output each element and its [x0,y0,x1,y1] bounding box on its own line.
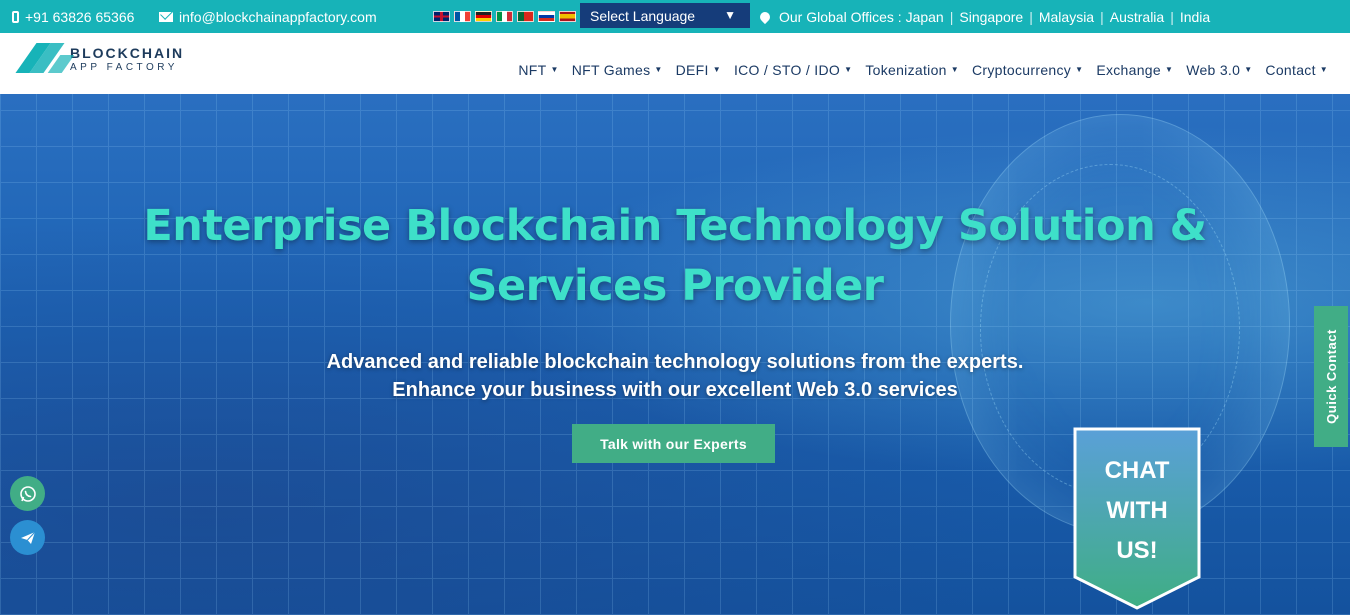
logo-line1: BLOCKCHAIN [70,44,185,61]
nav-item-label: NFT [518,61,547,78]
fr-flag-icon[interactable] [454,11,471,22]
logo[interactable]: BLOCKCHAIN APP FACTORY [12,39,184,79]
nav-item-contact[interactable]: Contact ▼ [1265,62,1328,78]
envelope-icon [159,11,173,22]
chat-with-us-badge[interactable]: CHAT WITH US! [1073,427,1201,610]
separator: | [1170,8,1174,25]
whatsapp-button[interactable] [10,476,45,511]
quick-contact-tab[interactable]: Quick Contact [1314,306,1348,447]
language-select[interactable]: Select Language ▼ [580,3,750,28]
email-address[interactable]: info@blockchainappfactory.com [179,9,377,25]
caret-down-icon: ▼ [712,65,721,74]
es-flag-icon[interactable] [559,11,576,22]
caret-down-icon: ▼ [844,65,853,74]
telegram-button[interactable] [10,520,45,555]
hero-subtitle-line1: Advanced and reliable blockchain technol… [326,351,1024,373]
telegram-icon [20,531,35,544]
chevron-down-icon: ▼ [724,8,736,22]
it-flag-icon[interactable] [496,11,513,22]
map-pin-icon [757,9,773,24]
caret-down-icon: ▼ [1164,65,1174,74]
office-japan[interactable]: Japan [906,9,944,25]
nav-item-defi[interactable]: DEFI ▼ [676,62,721,78]
caret-down-icon: ▼ [950,65,959,74]
nav-item-label: Tokenization [865,61,947,78]
nav-menu: NFT ▼ NFT Games ▼ DEFI ▼ ICO / STO / IDO ▼ T… [518,33,1328,94]
chat-line1: CHAT [1104,457,1170,484]
quick-contact-label: Quick Contact [1323,329,1339,424]
offices-label: Our Global Offices : [779,8,902,25]
logo-mark-icon [12,39,75,79]
nav-item-nft-games[interactable]: NFT Games ▼ [572,62,663,78]
top-bar: +91 63826 65366 info@blockchainappfactor… [0,0,1350,33]
hero-title: Enterprise Blockchain Technology Solutio… [0,196,1350,316]
nav-item-nft[interactable]: NFT ▼ [518,62,558,78]
whatsapp-icon [19,485,36,502]
hero-title-line2: Services Provider [466,261,884,311]
uk-flag-icon[interactable] [433,11,450,22]
talk-with-experts-button[interactable]: Talk with our Experts [572,424,775,463]
chat-line2: WITH [1106,497,1168,524]
ru-flag-icon[interactable] [538,11,555,22]
de-flag-icon[interactable] [475,11,492,22]
nav-item-cryptocurrency[interactable]: Cryptocurrency ▼ [972,62,1083,78]
global-offices: Our Global Offices : Japan | Singapore |… [757,0,1210,33]
nav-item-ico-sto-ido[interactable]: ICO / STO / IDO ▼ [734,62,852,78]
email-contact[interactable]: info@blockchainappfactory.com [159,0,377,33]
chat-line3: US! [1116,537,1158,564]
caret-down-icon: ▼ [550,65,559,74]
office-india[interactable]: India [1180,9,1210,25]
phone-number[interactable]: +91 63826 65366 [25,9,134,25]
caret-down-icon: ▼ [1244,65,1253,74]
nav-item-label: DEFI [675,61,709,78]
language-flags [433,0,576,33]
caret-down-icon: ▼ [1075,65,1084,74]
nav-item-label: Web 3.0 [1186,61,1241,78]
nav-item-label: Exchange [1096,61,1161,78]
hero-title-line1: Enterprise Blockchain Technology Solutio… [143,201,1207,251]
hero-subtitle: Advanced and reliable blockchain technol… [0,348,1350,404]
office-singapore[interactable]: Singapore [959,9,1023,25]
caret-down-icon: ▼ [1319,65,1328,74]
separator: | [1100,8,1104,25]
hero-subtitle-line2: Enhance your business with our excellent… [392,379,958,401]
chat-badge-text: CHAT WITH US! [1073,451,1201,571]
mobile-phone-icon [12,10,19,23]
nav-item-web3[interactable]: Web 3.0 ▼ [1186,62,1252,78]
logo-line2: APP FACTORY [70,61,178,73]
separator: | [1029,8,1033,25]
nav-item-label: Contact [1265,61,1316,78]
separator: | [949,8,954,25]
nav-item-label: Cryptocurrency [971,61,1072,78]
main-navbar: BLOCKCHAIN APP FACTORY NFT ▼ NFT Games ▼ D… [0,33,1350,94]
logo-text: BLOCKCHAIN APP FACTORY [70,46,184,73]
language-select-label: Select Language [590,7,696,24]
nav-item-label: NFT Games [571,61,651,78]
nav-item-label: ICO / STO / IDO [733,61,841,78]
pt-flag-icon[interactable] [517,11,534,22]
phone-contact[interactable]: +91 63826 65366 [12,0,134,33]
nav-item-tokenization[interactable]: Tokenization ▼ [865,62,959,78]
caret-down-icon: ▼ [654,65,663,74]
office-malaysia[interactable]: Malaysia [1039,9,1094,25]
nav-item-exchange[interactable]: Exchange ▼ [1096,62,1173,78]
office-australia[interactable]: Australia [1110,9,1164,25]
